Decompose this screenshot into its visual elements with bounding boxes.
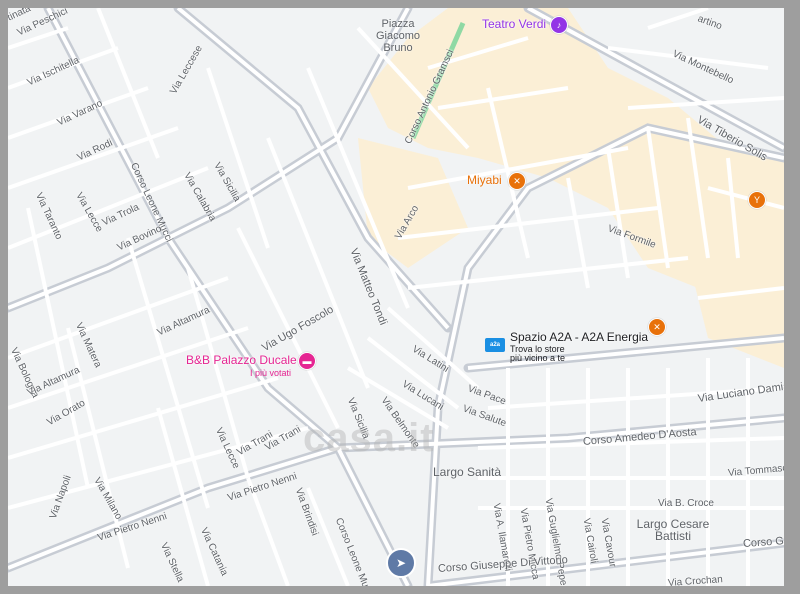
- restaurant-icon[interactable]: ✕: [508, 172, 526, 190]
- a2a-desc-2: più vicino a te: [510, 353, 566, 363]
- place-largo-sanita: Largo Sanità: [433, 465, 502, 479]
- poi-miyabi-label[interactable]: Miyabi: [467, 173, 502, 187]
- a2a-name[interactable]: Spazio A2A - A2A Energia: [510, 330, 648, 344]
- casa-watermark: casa.it: [303, 416, 435, 460]
- place-piazza-bruno: Piazza Giacomo Bruno: [375, 18, 421, 54]
- place-largo-battisti: Largo Cesare Battisti: [636, 517, 710, 543]
- a2a-logo-icon[interactable]: a2a: [485, 338, 505, 352]
- poi-bnb-sublabel: I più votati: [250, 368, 292, 378]
- restaurant-icon[interactable]: ✕: [648, 318, 666, 336]
- street-label: Via B. Croce: [658, 498, 714, 509]
- map-canvas[interactable]: Piazza Giacomo Bruno Largo Sanità Largo …: [8, 8, 784, 586]
- theater-icon[interactable]: ♪: [550, 16, 568, 34]
- poi-teatro-verdi-label[interactable]: Teatro Verdi: [482, 17, 546, 31]
- hotel-icon[interactable]: ▬: [298, 352, 316, 370]
- navigation-arrow-icon[interactable]: ➤: [386, 548, 416, 578]
- bar-icon[interactable]: Y: [748, 191, 766, 209]
- poi-bnb-label[interactable]: B&B Palazzo Ducale: [186, 353, 297, 367]
